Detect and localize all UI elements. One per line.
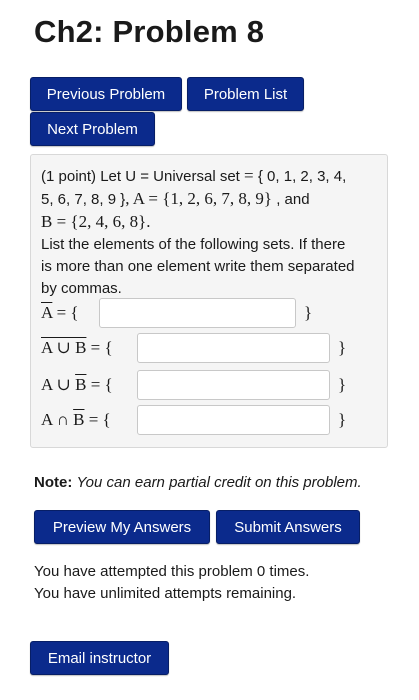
previous-problem-button[interactable]: Previous Problem (30, 77, 182, 111)
answer-row-a-complement: A = { } (41, 297, 312, 329)
attempt-status: You have attempted this problem 0 times.… (34, 561, 309, 605)
a-complement-label: A = { (41, 303, 79, 322)
problem-list-button[interactable]: Problem List (187, 77, 304, 111)
and-text: , and (276, 191, 310, 208)
answer-row-union-complement: A ∪ B = { } (41, 332, 346, 364)
note-text: You can earn partial credit on this prob… (76, 474, 362, 491)
submit-answers-button[interactable]: Submit Answers (216, 510, 360, 544)
close-brace: } (338, 375, 347, 394)
universal-set-values-1: { 0, 1, 2, 3, 4, (257, 168, 347, 185)
close-brace: } (304, 303, 313, 322)
a-union-b-complement-label: A ∪ B = { (41, 375, 113, 394)
set-a-definition: A = {1, 2, 6, 7, 8, 9} (132, 189, 273, 208)
universal-set-label: Let U = Universal set (100, 168, 240, 185)
instructions-line-1: List the elements of the following sets.… (41, 236, 346, 253)
a-complement-input[interactable] (99, 298, 296, 328)
next-problem-button[interactable]: Next Problem (30, 112, 155, 146)
remaining-text: You have unlimited attempts remaining. (34, 585, 297, 602)
a-union-b-complement-input[interactable] (137, 370, 330, 400)
close-brace: } (338, 338, 347, 357)
instructions-line-2: is more than one element write them sepa… (41, 258, 355, 275)
a-intersect-b-complement-input[interactable] (137, 405, 330, 435)
email-instructor-button[interactable]: Email instructor (30, 641, 169, 675)
attempted-text: You have attempted this problem 0 times. (34, 563, 310, 580)
answer-row-a-union-b-complement: A ∪ B = { } (41, 369, 346, 401)
universal-set-values-2: 5, 6, 7, 8, 9 } (41, 191, 126, 208)
set-b-definition: B = {2, 4, 6, 8}. (41, 212, 151, 231)
union-complement-input[interactable] (137, 333, 330, 363)
problem-text: (1 point) Let U = Universal set = { 0, 1… (41, 165, 381, 300)
preview-answers-button[interactable]: Preview My Answers (34, 510, 210, 544)
a-intersect-b-complement-label: A ∩ B = { (41, 410, 111, 429)
close-brace: } (338, 410, 347, 429)
note-label: Note: (34, 474, 73, 491)
page-title: Ch2: Problem 8 (34, 14, 265, 49)
union-complement-label: A ∪ B = { (41, 338, 113, 357)
points-label: (1 point) (41, 168, 97, 185)
answer-row-a-intersect-b-complement: A ∩ B = { } (41, 404, 346, 436)
partial-credit-note: Note: You can earn partial credit on thi… (34, 474, 362, 491)
